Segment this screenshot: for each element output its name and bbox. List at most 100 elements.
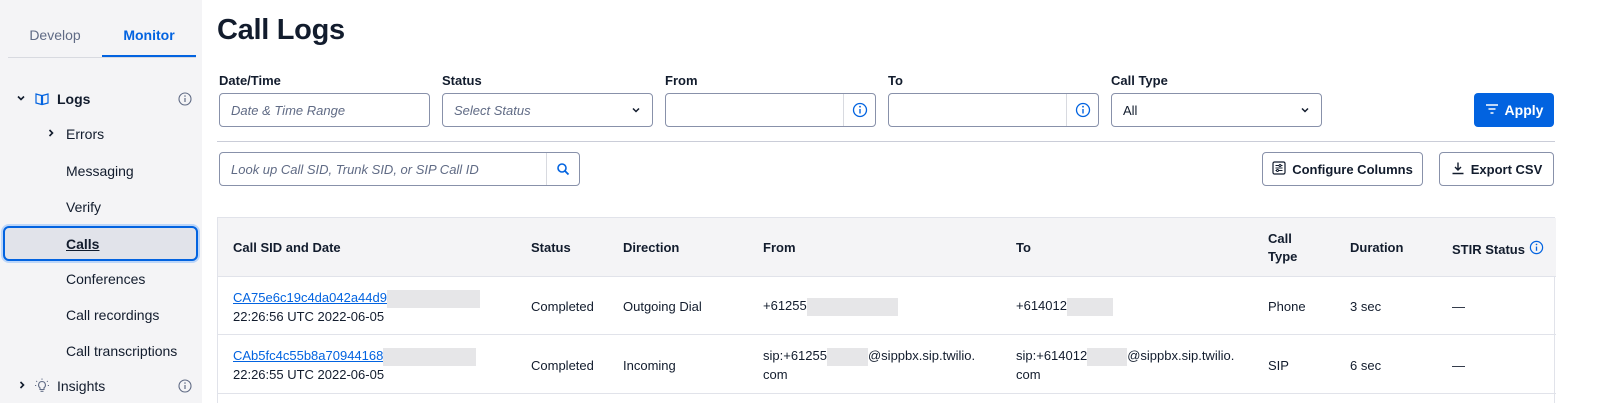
from-number: +61255 (763, 298, 807, 313)
info-icon[interactable] (1066, 94, 1098, 126)
stir-status-cell: — (1452, 358, 1465, 373)
call-date: 22:26:55 UTC 2022-06-05 (233, 366, 385, 382)
tab-develop[interactable]: Develop (8, 16, 102, 57)
column-header-call-type-line2[interactable]: Type (1268, 249, 1297, 264)
call-type-cell: SIP (1268, 358, 1289, 373)
status-placeholder: Select Status (454, 102, 531, 118)
call-sid-cell: CAb5fc4c55b8a70944168 22:26:55 UTC 2022-… (233, 347, 477, 383)
from-input[interactable] (665, 93, 876, 127)
sidebar-item-verify[interactable]: Verify (0, 192, 202, 222)
sidebar-item-label: Errors (66, 126, 105, 142)
chevron-right-icon (17, 379, 27, 393)
sidebar-item-label: Verify (66, 199, 102, 215)
column-header-from[interactable]: From (763, 240, 796, 255)
search-placeholder: Look up Call SID, Trunk SID, or SIP Call… (231, 161, 479, 177)
direction-cell: Incoming (623, 358, 676, 373)
column-header-to[interactable]: To (1016, 240, 1031, 255)
sidebar-item-label: Call transcriptions (66, 343, 178, 359)
call-type-select[interactable]: All (1111, 93, 1322, 127)
page-title: Call Logs (217, 14, 345, 46)
sidebar: Develop Monitor Logs Errors Messaging Ve… (0, 0, 202, 403)
stir-status-cell: — (1452, 299, 1465, 314)
duration-cell: 3 sec (1350, 299, 1382, 314)
to-cell: sip:+614012 @sippbx.sip.twilio. com (1016, 347, 1234, 383)
tab-monitor[interactable]: Monitor (102, 16, 196, 57)
columns-icon (1272, 160, 1286, 178)
sidebar-item-logs[interactable]: Logs (0, 84, 202, 114)
table-row[interactable]: CA75e6c19c4da042a44d9 22:26:56 UTC 2022-… (218, 277, 1556, 335)
stir-status-label: STIR Status (1452, 241, 1525, 257)
app-window: Develop Monitor Logs Errors Messaging Ve… (0, 0, 1600, 403)
sidebar-item-errors[interactable]: Errors (0, 119, 202, 149)
to-input[interactable] (888, 93, 1099, 127)
redacted-block (826, 347, 868, 366)
to-label: To (888, 73, 903, 88)
sidebar-item-label: Messaging (66, 163, 134, 179)
sidebar-item-calls[interactable]: Calls (3, 226, 198, 261)
info-icon[interactable] (1529, 240, 1544, 258)
sidebar-tabs: Develop Monitor (8, 16, 196, 58)
column-header-stir-status[interactable]: STIR Status (1452, 240, 1544, 258)
info-icon[interactable] (178, 92, 192, 106)
to-domain-suffix: com (1016, 366, 1041, 382)
sidebar-item-label: Calls (66, 235, 100, 252)
status-cell: Completed (531, 299, 594, 314)
from-domain: @sippbx.sip.twilio. (867, 348, 976, 363)
redacted-block (383, 347, 477, 366)
call-logs-table: Call SID and Date Status Direction From … (217, 217, 1556, 403)
chevron-down-icon (1299, 104, 1311, 116)
sidebar-item-messaging[interactable]: Messaging (0, 156, 202, 186)
sidebar-item-call-transcriptions[interactable]: Call transcriptions (0, 336, 202, 366)
datetime-label: Date/Time (219, 73, 281, 88)
sidebar-item-label: Logs (57, 91, 91, 107)
configure-columns-button[interactable]: Configure Columns (1262, 152, 1423, 186)
export-csv-button[interactable]: Export CSV (1439, 152, 1554, 186)
sidebar-item-label: Conferences (66, 271, 146, 287)
sidebar-item-insights[interactable]: Insights (0, 371, 202, 401)
redacted-block (806, 297, 898, 316)
call-type-cell: Phone (1268, 299, 1306, 314)
to-number: +614012 (1016, 298, 1067, 313)
column-header-direction[interactable]: Direction (623, 240, 679, 255)
redacted-block (1087, 347, 1128, 366)
from-label: From (665, 73, 698, 88)
datetime-range-input[interactable]: Date & Time Range (219, 93, 430, 127)
lightbulb-icon (34, 378, 50, 394)
to-domain: @sippbx.sip.twilio. (1127, 348, 1235, 363)
info-icon[interactable] (843, 94, 875, 126)
apply-label: Apply (1504, 102, 1544, 118)
export-csv-label: Export CSV (1470, 161, 1543, 177)
column-header-status[interactable]: Status (531, 240, 571, 255)
redacted-block (386, 289, 480, 308)
call-sid-link[interactable]: CA75e6c19c4da042a44d9 (233, 290, 387, 305)
chevron-down-icon (16, 92, 26, 106)
table-header: Call SID and Date Status Direction From … (218, 218, 1556, 277)
column-header-duration[interactable]: Duration (1350, 240, 1403, 255)
call-sid-link[interactable]: CAb5fc4c55b8a70944168 (233, 348, 383, 363)
to-cell: +614012 (1016, 297, 1113, 316)
info-icon[interactable] (178, 379, 192, 393)
search-icon[interactable] (546, 153, 579, 185)
table-row[interactable]: CAb5fc4c55b8a70944168 22:26:55 UTC 2022-… (218, 336, 1556, 394)
filter-divider (217, 141, 1555, 142)
to-number: sip:+614012 (1016, 348, 1088, 363)
call-sid-cell: CA75e6c19c4da042a44d9 22:26:56 UTC 2022-… (233, 289, 480, 325)
column-header-call-type-line1[interactable]: Call (1268, 231, 1292, 246)
from-domain-suffix: com (763, 366, 788, 382)
sidebar-item-label: Call recordings (66, 307, 160, 323)
apply-button[interactable]: Apply (1474, 93, 1554, 127)
sidebar-item-conferences[interactable]: Conferences (0, 264, 202, 294)
sidebar-item-label: Insights (57, 378, 106, 394)
call-lookup-search-input[interactable]: Look up Call SID, Trunk SID, or SIP Call… (219, 152, 580, 186)
from-cell: +61255 (763, 297, 898, 316)
status-label: Status (442, 73, 482, 88)
status-select[interactable]: Select Status (442, 93, 653, 127)
book-icon (34, 91, 50, 107)
redacted-block (1066, 297, 1113, 316)
column-header-call-sid[interactable]: Call SID and Date (233, 240, 341, 255)
sidebar-item-call-recordings[interactable]: Call recordings (0, 300, 202, 330)
call-type-label: Call Type (1111, 73, 1168, 88)
duration-cell: 6 sec (1350, 358, 1382, 373)
datetime-placeholder: Date & Time Range (231, 102, 346, 118)
chevron-down-icon (630, 104, 642, 116)
